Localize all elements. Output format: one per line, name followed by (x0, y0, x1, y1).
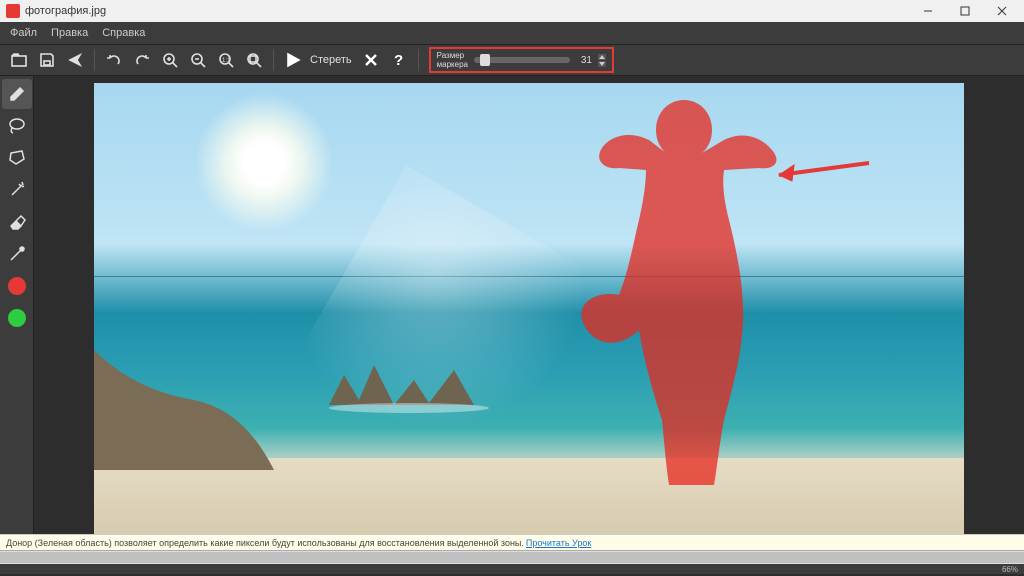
tool-sidebar (0, 76, 34, 550)
green-donor-color[interactable] (2, 303, 32, 333)
slider-thumb[interactable] (480, 54, 490, 66)
titlebar: фотография.jpg (0, 0, 1024, 22)
app-icon (6, 4, 20, 18)
bottom-area: Донор (Зеленая область) позволяет опреде… (0, 534, 1024, 576)
menu-file[interactable]: Файл (10, 27, 37, 39)
rocks (324, 345, 494, 418)
open-button[interactable] (6, 47, 32, 73)
menu-edit[interactable]: Правка (51, 27, 88, 39)
marker-size-slider[interactable] (474, 57, 570, 63)
share-button[interactable] (62, 47, 88, 73)
zoom-in-button[interactable] (157, 47, 183, 73)
canvas-area (34, 76, 1024, 550)
menu-help[interactable]: Справка (102, 27, 145, 39)
marker-size-value: 31 (576, 55, 592, 66)
red-mask-color[interactable] (2, 271, 32, 301)
save-button[interactable] (34, 47, 60, 73)
redo-button[interactable] (129, 47, 155, 73)
spinner-up[interactable] (598, 54, 606, 60)
zoom-fit-button[interactable] (241, 47, 267, 73)
annotation-arrow (764, 153, 874, 186)
statusbar: 66% (0, 564, 1024, 574)
separator (273, 49, 274, 71)
spinner-down[interactable] (598, 61, 606, 67)
help-button[interactable]: ? (386, 47, 412, 73)
minimize-button[interactable] (912, 1, 944, 21)
marker-size-spinner (598, 54, 606, 67)
hint-bar: Донор (Зеленая область) позволяет опреде… (0, 534, 1024, 550)
hint-text: Донор (Зеленая область) позволяет опреде… (6, 538, 524, 548)
canvas-holder[interactable] (34, 76, 1024, 550)
svg-text:1:1: 1:1 (222, 58, 231, 64)
magic-wand-tool[interactable] (2, 175, 32, 205)
workspace (0, 76, 1024, 550)
color-picker-tool[interactable] (2, 239, 32, 269)
undo-button[interactable] (101, 47, 127, 73)
separator (94, 49, 95, 71)
eraser-tool[interactable] (2, 207, 32, 237)
maximize-button[interactable] (949, 1, 981, 21)
sun (194, 93, 334, 233)
window-title: фотография.jpg (25, 5, 907, 17)
selection-mask-person (574, 90, 794, 493)
zoom-level: 66% (1002, 565, 1018, 574)
zoom-actual-button[interactable]: 1:1 (213, 47, 239, 73)
marker-tool[interactable] (2, 79, 32, 109)
polygon-lasso-tool[interactable] (2, 143, 32, 173)
marker-size-label: Размер маркера (437, 51, 468, 69)
close-button[interactable] (986, 1, 1018, 21)
run-erase-label[interactable]: Стереть (310, 54, 352, 66)
marker-size-group: Размер маркера 31 (429, 47, 614, 73)
separator (418, 49, 419, 71)
clear-selection-button[interactable] (358, 47, 384, 73)
main-toolbar: 1:1 Стереть ? Размер маркера 31 (0, 44, 1024, 76)
cliff (94, 350, 294, 473)
horizontal-scrollbar[interactable] (0, 550, 1024, 564)
scrollbar-thumb[interactable] (0, 552, 1024, 563)
menubar: Файл Правка Справка (0, 22, 1024, 44)
run-erase-button[interactable] (280, 47, 306, 73)
hint-link[interactable]: Прочитать Урок (526, 538, 591, 548)
image-stage[interactable] (94, 83, 964, 543)
zoom-out-button[interactable] (185, 47, 211, 73)
lasso-tool[interactable] (2, 111, 32, 141)
